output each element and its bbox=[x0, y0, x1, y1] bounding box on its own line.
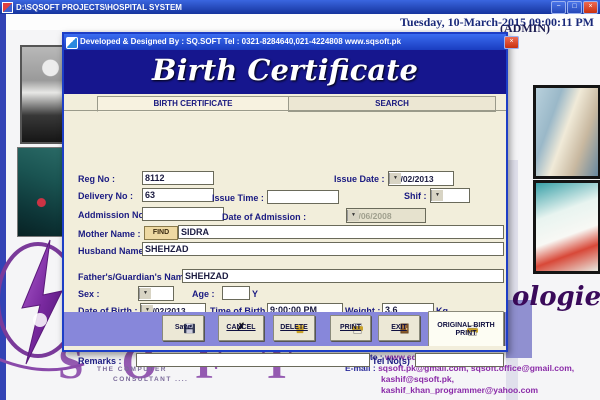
mother-name-input[interactable] bbox=[178, 225, 504, 239]
issue-date-label: Issue Date : bbox=[334, 174, 385, 184]
current-datetime: Tuesday, 10-March-2015 09:00:11 PM bbox=[400, 15, 594, 30]
dialog-close-button[interactable]: × bbox=[504, 36, 519, 49]
exit-button[interactable]: EXIT bbox=[378, 315, 420, 341]
tel-no-label: Tel No(s) bbox=[372, 356, 410, 366]
background-photo-nurse bbox=[533, 180, 600, 274]
birth-certificate-form: BIRTH CERTIFICATE SEARCH Reg No : Issue … bbox=[64, 92, 506, 314]
remarks-label: Remarks : bbox=[78, 356, 122, 366]
age-unit-label: Y bbox=[252, 289, 258, 299]
page-title: Birth Certificate bbox=[64, 53, 506, 87]
hospital-system-screen: D:\SQSOFT PROJECTS\HOSPITAL SYSTEM − □ ×… bbox=[0, 0, 600, 400]
sex-select[interactable]: M ▼ bbox=[138, 286, 174, 301]
admission-no-label: Addmission No : bbox=[78, 210, 150, 220]
window-title: D:\SQSOFT PROJECTS\HOSPITAL SYSTEM bbox=[16, 3, 182, 12]
mother-name-label: Mother Name : bbox=[78, 229, 141, 239]
original-birth-print-button[interactable]: ORIGINAL BIRTH PRINT bbox=[428, 311, 504, 349]
dropdown-arrow-icon[interactable]: ▼ bbox=[389, 173, 401, 184]
tagline-line1: THE COMPUTER bbox=[97, 366, 167, 373]
shift-label: Shif : bbox=[404, 191, 427, 201]
dropdown-arrow-icon[interactable]: ▼ bbox=[431, 190, 443, 201]
age-input[interactable] bbox=[222, 286, 250, 300]
issue-date-select[interactable]: 15/02/2013 ▼ bbox=[388, 171, 454, 186]
app-icon bbox=[2, 2, 13, 13]
father-name-label: Father's/Guardian's Name : bbox=[78, 272, 194, 282]
father-name-input[interactable] bbox=[182, 269, 504, 283]
tagline-line2: CONSULTANT .... bbox=[113, 376, 188, 383]
minimize-button[interactable]: − bbox=[551, 1, 566, 14]
delivery-no-input[interactable] bbox=[142, 188, 214, 202]
email-line2: kashif@sqsoft.pk, kashif_khan_programmer… bbox=[381, 374, 538, 395]
tab-divider bbox=[64, 110, 506, 111]
reg-no-input[interactable] bbox=[142, 171, 214, 185]
mother-find-button[interactable]: FIND bbox=[144, 226, 178, 240]
dropdown-arrow-icon: ▼ bbox=[347, 210, 359, 221]
close-button[interactable]: × bbox=[583, 1, 598, 14]
dialog-titlebar: Developed & Designed By : SQ.SOFT Tel : … bbox=[64, 34, 506, 50]
admission-no-input[interactable] bbox=[142, 207, 224, 221]
sex-label: Sex : bbox=[78, 289, 100, 299]
dropdown-arrow-icon[interactable]: ▼ bbox=[139, 288, 151, 299]
background-partial-text: ologies bbox=[512, 282, 600, 312]
husband-name-label: Husband Name : bbox=[78, 246, 149, 256]
tel-no-input[interactable] bbox=[415, 353, 504, 367]
shift-select[interactable]: N ▼ bbox=[430, 188, 470, 203]
date-of-admission-label: Date of Admission : bbox=[222, 212, 306, 222]
background-photo-surgery bbox=[17, 147, 64, 237]
dialog-icon bbox=[66, 37, 78, 49]
age-label: Age : bbox=[192, 289, 215, 299]
maximize-button[interactable]: □ bbox=[567, 1, 582, 14]
background-photo-doctor bbox=[533, 85, 600, 179]
cancel-button[interactable]: ✗ CANCEL bbox=[218, 315, 264, 341]
dialog-title: Developed & Designed By : SQ.SOFT Tel : … bbox=[80, 37, 401, 46]
dialog-bottom-strip bbox=[64, 346, 506, 350]
issue-time-input[interactable] bbox=[267, 190, 339, 204]
delivery-no-label: Delivery No : bbox=[78, 191, 133, 201]
print-button[interactable]: PRINT bbox=[330, 315, 371, 341]
remarks-input[interactable] bbox=[136, 353, 370, 367]
main-titlebar: D:\SQSOFT PROJECTS\HOSPITAL SYSTEM − □ × bbox=[0, 0, 600, 14]
delete-button[interactable]: DELETE bbox=[273, 315, 315, 341]
husband-name-input[interactable] bbox=[142, 242, 504, 256]
reg-no-label: Reg No : bbox=[78, 174, 115, 184]
date-of-admission-select: 24/06/2008 ▼ bbox=[346, 208, 426, 223]
birth-certificate-dialog: Developed & Designed By : SQ.SOFT Tel : … bbox=[62, 32, 508, 352]
issue-time-label: Issue Time : bbox=[212, 193, 264, 203]
save-button[interactable]: Save bbox=[162, 315, 204, 341]
